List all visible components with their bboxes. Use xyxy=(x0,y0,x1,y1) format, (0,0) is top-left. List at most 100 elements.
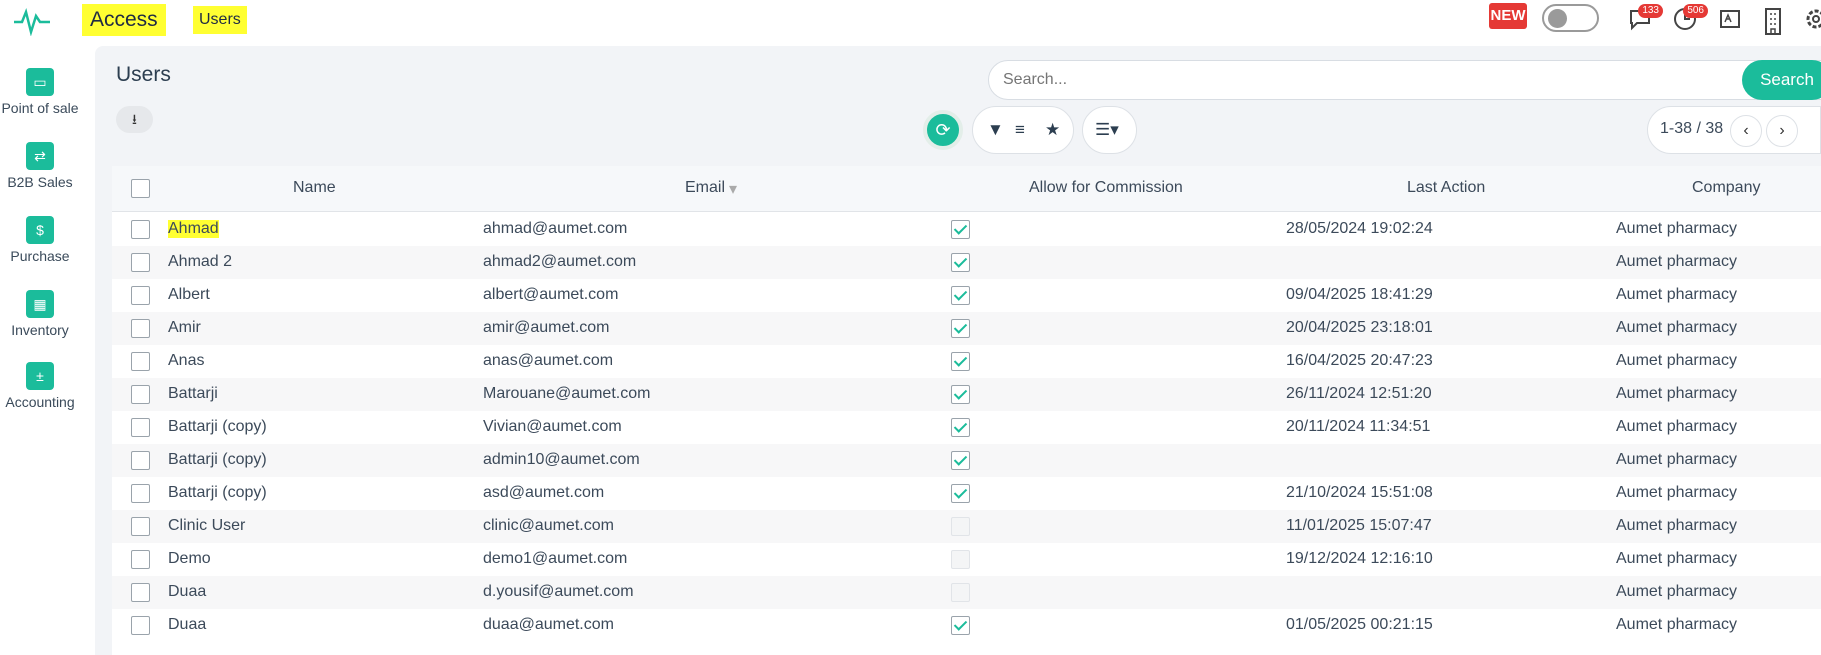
row-checkbox[interactable] xyxy=(131,352,150,371)
table-row[interactable]: Duaa d.yousif@aumet.com Aumet pharmacy xyxy=(112,576,1821,609)
row-checkbox[interactable] xyxy=(131,286,150,305)
row-checkbox[interactable] xyxy=(131,583,150,602)
cell-email: Marouane@aumet.com xyxy=(483,385,651,402)
refresh-button[interactable]: ⟳ xyxy=(923,110,963,150)
cell-last-action: 20/11/2024 11:34:51 xyxy=(1286,418,1431,435)
row-checkbox[interactable] xyxy=(131,385,150,404)
messages-button[interactable]: 133 xyxy=(1627,4,1663,36)
table-row[interactable]: Battarji (copy) asd@aumet.com 21/10/2024 1… xyxy=(112,477,1821,510)
cell-name: Duaa xyxy=(168,616,207,633)
cell-name: Albert xyxy=(168,286,210,303)
sidebar-item-inventory[interactable]: ▦ Inventory xyxy=(0,290,80,338)
page-title: Users xyxy=(116,63,171,86)
commission-checkbox xyxy=(951,616,970,635)
activities-button[interactable]: 506 xyxy=(1672,4,1708,36)
row-checkbox[interactable] xyxy=(131,550,150,569)
app-logo-icon[interactable] xyxy=(12,6,52,36)
cell-company: Aumet pharmacy xyxy=(1616,319,1737,336)
gear-icon xyxy=(1806,9,1821,29)
messages-count: 133 xyxy=(1638,4,1663,18)
column-company[interactable]: Company xyxy=(1692,179,1760,197)
menu-users[interactable]: Users xyxy=(193,6,247,34)
row-checkbox[interactable] xyxy=(131,616,150,635)
sidebar-item-label: Purchase xyxy=(10,248,70,264)
top-navbar: Access Users NEW 133 506 xyxy=(0,0,1821,42)
commission-checkbox xyxy=(951,484,970,503)
cell-name: Battarji (copy) xyxy=(168,418,267,435)
cell-email: admin10@aumet.com xyxy=(483,451,640,468)
column-allow-for-commission[interactable]: Allow for Commission xyxy=(1029,179,1183,197)
cell-last-action: 01/05/2025 00:21:15 xyxy=(1286,616,1433,633)
table-row[interactable]: Battarji (copy) admin10@aumet.com Aumet ph… xyxy=(112,444,1821,477)
building-icon xyxy=(1765,8,1781,35)
table-header: Name Email ▾ Allow for Commission Last A… xyxy=(112,166,1821,212)
column-name[interactable]: Name xyxy=(293,179,336,197)
cell-name: Battarji (copy) xyxy=(168,451,267,468)
column-email[interactable]: Email xyxy=(685,179,725,197)
app-title[interactable]: Access xyxy=(82,4,166,36)
table-row[interactable]: Amir amir@aumet.com 20/04/2025 23:18:01 Aum… xyxy=(112,312,1821,345)
cell-name: Demo xyxy=(168,550,211,567)
row-checkbox[interactable] xyxy=(131,418,150,437)
filter-icon[interactable]: ▼ xyxy=(987,120,1004,140)
settings-button[interactable] xyxy=(1803,6,1821,36)
cell-name: Battarji xyxy=(168,385,218,402)
table-row[interactable]: Battarji Marouane@aumet.com 26/11/2024 12:… xyxy=(112,378,1821,411)
commission-checkbox xyxy=(951,319,970,338)
cell-last-action: 09/04/2025 18:41:29 xyxy=(1286,286,1433,303)
row-checkbox[interactable] xyxy=(131,319,150,338)
sidebar-item-label: B2B Sales xyxy=(7,174,73,190)
cell-email: clinic@aumet.com xyxy=(483,517,614,534)
table-row[interactable]: Clinic User clinic@aumet.com 11/01/2025 15… xyxy=(112,510,1821,543)
column-last-action[interactable]: Last Action xyxy=(1407,179,1485,197)
group-by-icon[interactable]: ≡ xyxy=(1015,120,1025,140)
chevron-right-icon[interactable]: › xyxy=(1766,115,1798,147)
search-input[interactable] xyxy=(1003,66,1723,94)
cell-email: d.yousif@aumet.com xyxy=(483,583,634,600)
table-row[interactable]: Demo demo1@aumet.com 19/12/2024 12:16:10 Au… xyxy=(112,543,1821,576)
cell-last-action: 21/10/2024 15:51:08 xyxy=(1286,484,1433,501)
pager-range[interactable]: 1-38 / 38 xyxy=(1660,120,1723,138)
table-row[interactable]: Ahmad 2 ahmad2@aumet.com Aumet pharmacy xyxy=(112,246,1821,279)
row-checkbox[interactable] xyxy=(131,517,150,536)
cell-company: Aumet pharmacy xyxy=(1616,517,1737,534)
sidebar-item-b2b-sales[interactable]: ⇄ B2B Sales xyxy=(0,142,80,190)
download-button[interactable]: ⭳ xyxy=(116,106,153,133)
row-checkbox[interactable] xyxy=(131,220,150,239)
table-row[interactable]: Battarji (copy) Vivian@aumet.com 20/11/202… xyxy=(112,411,1821,444)
row-checkbox[interactable] xyxy=(131,451,150,470)
list-view-icon: ☰▾ xyxy=(1095,120,1119,139)
sidebar-item-accounting[interactable]: ± Accounting xyxy=(0,362,80,410)
row-checkbox[interactable] xyxy=(131,253,150,272)
select-all-checkbox[interactable] xyxy=(131,179,150,198)
mode-toggle[interactable] xyxy=(1542,4,1599,32)
sidebar-item-point-of-sale[interactable]: ▭ Point of sale xyxy=(0,68,80,116)
cell-company: Aumet pharmacy xyxy=(1616,286,1737,303)
language-button[interactable] xyxy=(1717,6,1747,36)
table-row[interactable]: Albert albert@aumet.com 09/04/2025 18:41:2… xyxy=(112,279,1821,312)
cell-email: ahmad2@aumet.com xyxy=(483,253,637,270)
cell-email: anas@aumet.com xyxy=(483,352,614,369)
cell-company: Aumet pharmacy xyxy=(1616,352,1737,369)
table-row[interactable]: Anas anas@aumet.com 16/04/2025 20:47:23 Aum… xyxy=(112,345,1821,378)
sidebar-item-label: Accounting xyxy=(5,394,75,410)
favorite-icon[interactable]: ★ xyxy=(1045,120,1060,140)
table-row[interactable]: Ahmad ahmad@aumet.com 28/05/2024 19:02:24 A… xyxy=(112,213,1821,246)
cell-company: Aumet pharmacy xyxy=(1616,253,1737,270)
commission-checkbox xyxy=(951,385,970,404)
inventory-icon: ▦ xyxy=(26,290,54,318)
commission-checkbox xyxy=(951,418,970,437)
search-button[interactable]: Search xyxy=(1742,60,1821,100)
table-row[interactable]: Duaa duaa@aumet.com 01/05/2025 00:21:15 Aum… xyxy=(112,609,1821,642)
cell-email: demo1@aumet.com xyxy=(483,550,628,567)
row-checkbox[interactable] xyxy=(131,484,150,503)
chevron-left-icon[interactable]: ‹ xyxy=(1730,115,1762,147)
new-badge[interactable]: NEW xyxy=(1489,3,1527,29)
sidebar-item-label: Inventory xyxy=(11,322,69,338)
commission-checkbox xyxy=(951,550,970,569)
sidebar-item-purchase[interactable]: $ Purchase xyxy=(0,216,80,264)
view-switcher[interactable]: ☰▾ xyxy=(1082,106,1137,154)
commission-checkbox xyxy=(951,583,970,602)
purchase-icon: $ xyxy=(26,216,54,244)
company-switcher[interactable] xyxy=(1760,6,1790,36)
